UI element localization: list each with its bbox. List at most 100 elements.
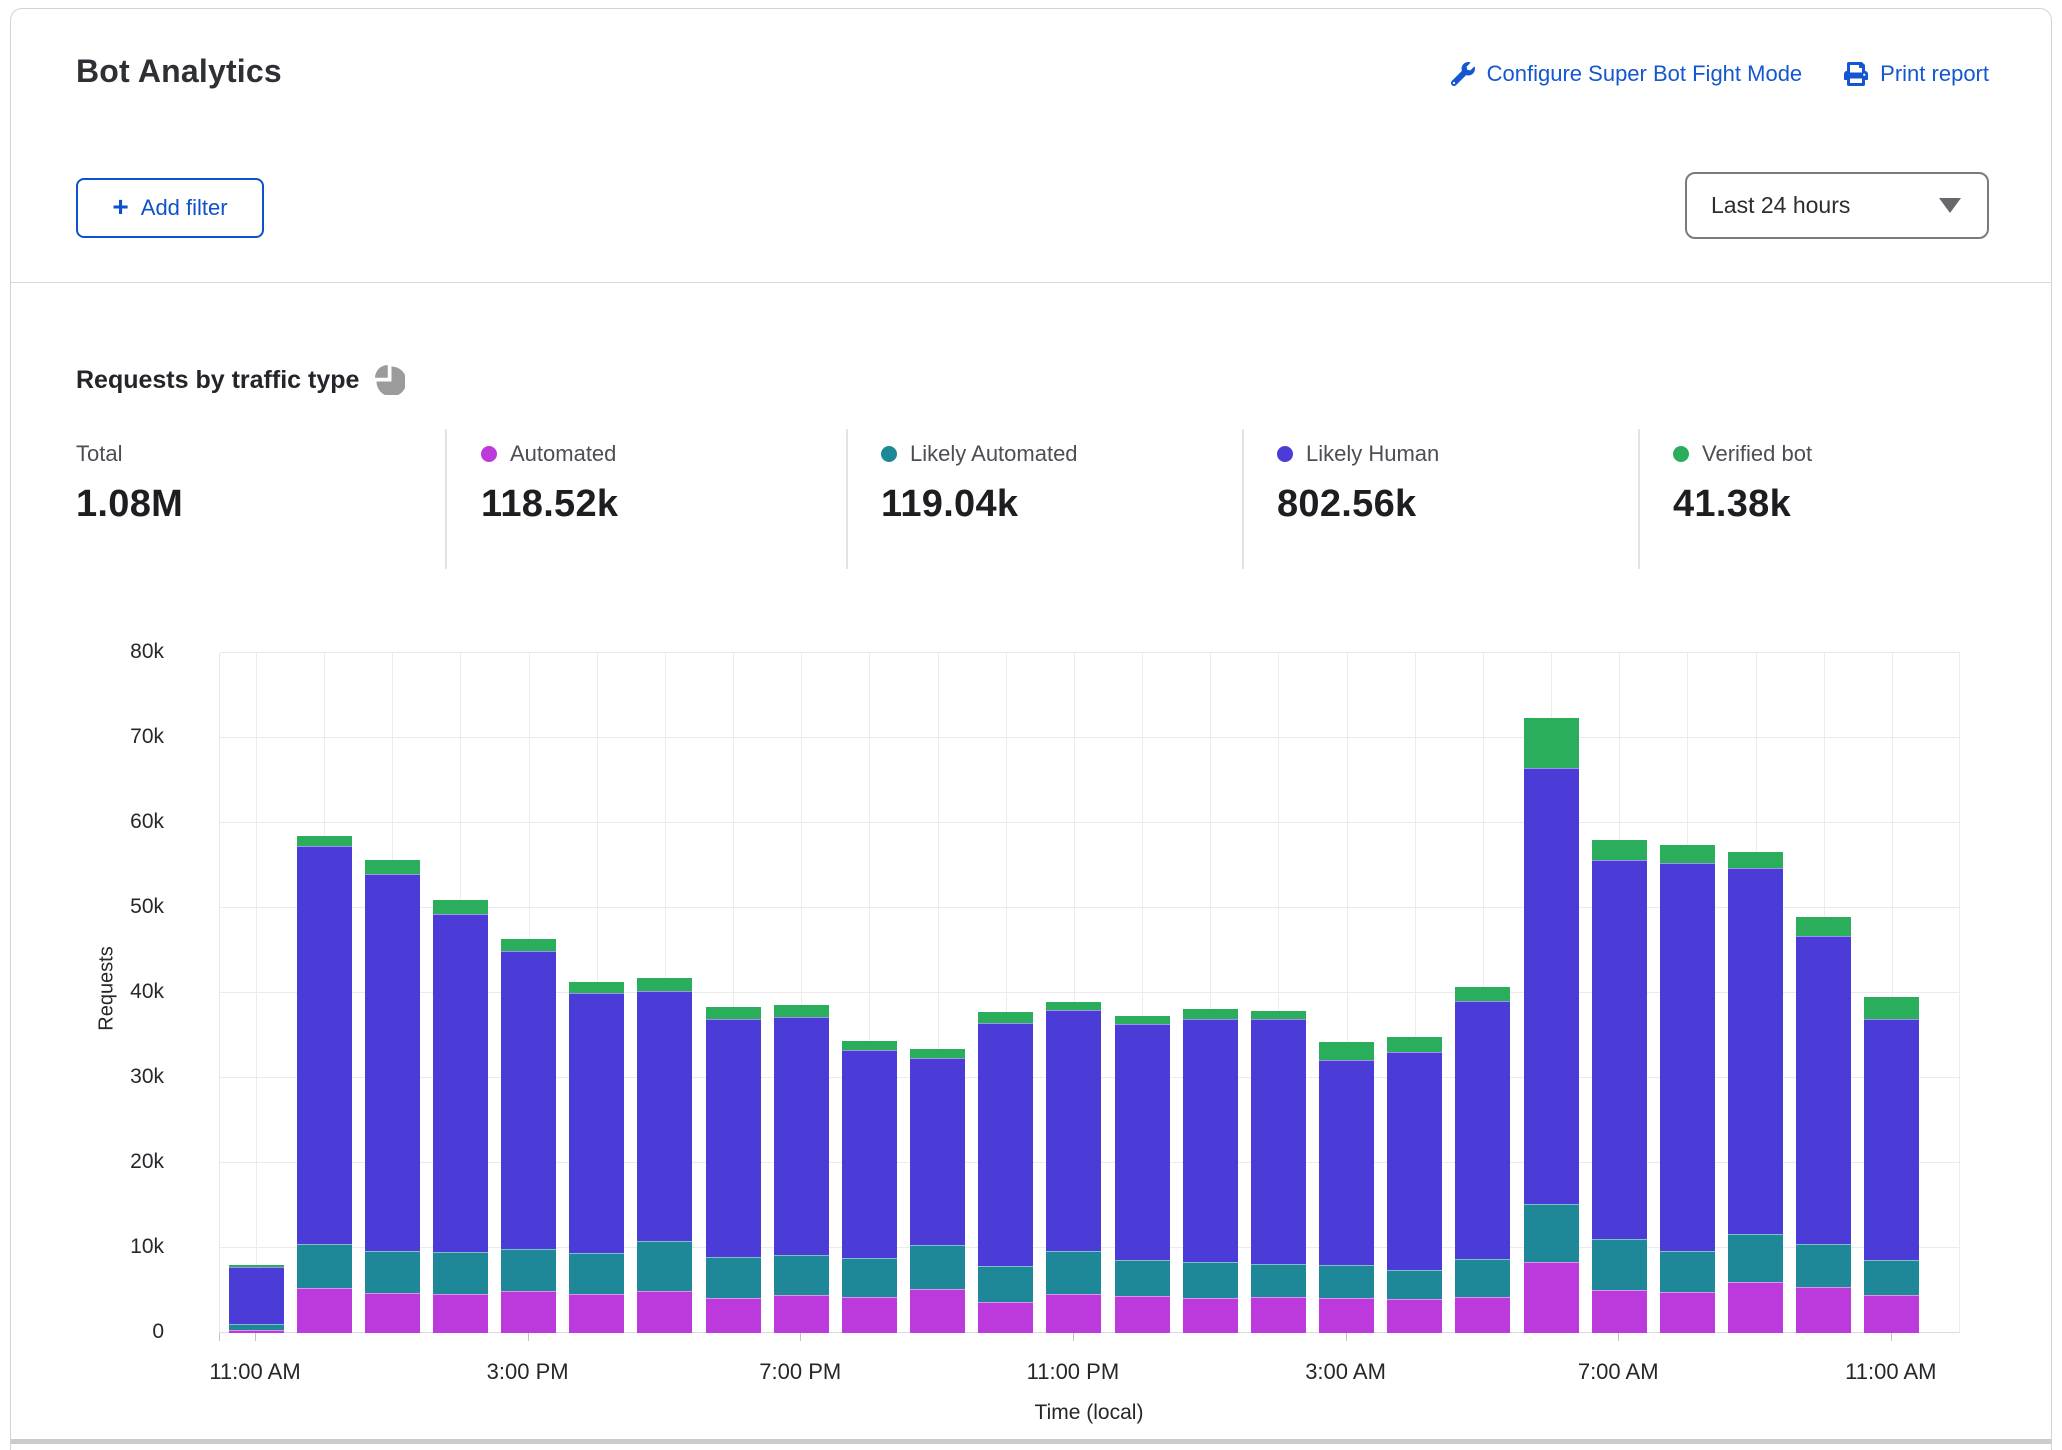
bar-6-00-pm-7[interactable] <box>705 1007 761 1333</box>
bar-6-00-am-19[interactable] <box>1523 717 1579 1333</box>
bar-segment-verified-bot <box>1591 840 1647 860</box>
bar-segment-automated <box>773 1294 829 1333</box>
bar-segment-likely-automated <box>1659 1251 1715 1293</box>
bar-segment-verified-bot <box>705 1007 761 1020</box>
bar-segment-automated <box>1591 1289 1647 1333</box>
bar-segment-likely-human <box>841 1049 897 1259</box>
kpi-verified-bot-label: Verified bot <box>1702 441 1813 466</box>
bar-9-00-am-22[interactable] <box>1728 851 1784 1333</box>
bar-10-00-am-23[interactable] <box>1796 917 1852 1333</box>
bar-segment-likely-automated <box>1796 1243 1852 1288</box>
bar-11-00-am-24[interactable] <box>1864 997 1920 1333</box>
bar-segment-automated <box>978 1302 1034 1333</box>
kpi-automated-value: 118.52k <box>481 483 619 525</box>
kpi-likely-human-value: 802.56k <box>1277 483 1417 525</box>
gridline-h <box>220 822 1960 823</box>
bar-segment-automated <box>1659 1292 1715 1333</box>
bar-7-00-am-20[interactable] <box>1591 840 1647 1333</box>
bar-10-00-pm-11[interactable] <box>978 1011 1034 1333</box>
bar-5-00-am-18[interactable] <box>1455 987 1511 1333</box>
y-tick-label: 40k <box>130 980 164 1003</box>
x-tick-label: 3:00 PM <box>486 1359 569 1384</box>
bar-segment-automated <box>501 1291 557 1333</box>
x-tick-mark <box>255 1333 256 1341</box>
bar-1-00-pm-2[interactable] <box>364 859 420 1333</box>
bar-segment-verified-bot <box>432 899 488 914</box>
x-axis-tick-labels: 11:00 AM 3:00 PM 7:00 PM 11:00 PM 3:00 AM 7:0… <box>209 1359 1959 1389</box>
configure-link-label: Configure Super Bot Fight Mode <box>1486 61 1803 86</box>
bar-segment-likely-automated <box>501 1248 557 1292</box>
bar-segment-likely-human <box>1319 1060 1375 1265</box>
bar-segment-likely-human <box>1114 1024 1170 1260</box>
bar-segment-automated <box>1046 1293 1102 1333</box>
bar-3-00-pm-4[interactable] <box>501 939 557 1333</box>
bar-segment-likely-automated <box>1046 1251 1102 1294</box>
kpi-total: Total 1.08M <box>76 441 183 526</box>
bar-12-00-pm-1[interactable] <box>296 835 352 1333</box>
bar-2-00-am-15[interactable] <box>1250 1010 1306 1333</box>
configure-super-bot-fight-mode-link[interactable]: Configure Super Bot Fight Mode <box>1450 61 1803 87</box>
bar-segment-likely-human <box>1046 1010 1102 1252</box>
kpi-divider <box>1638 429 1640 569</box>
bar-segment-likely-automated <box>1455 1259 1511 1298</box>
y-tick-label: 60k <box>130 810 164 833</box>
bar-8-00-am-21[interactable] <box>1659 845 1715 1333</box>
bar-segment-automated <box>1728 1281 1784 1333</box>
bar-2-00-pm-3[interactable] <box>432 899 488 1334</box>
kpi-verified-bot[interactable]: Verified bot 41.38k <box>1673 441 1812 526</box>
time-range-value: Last 24 hours <box>1711 192 1851 218</box>
axis-origin-tick <box>219 1333 220 1341</box>
bar-3-00-am-16[interactable] <box>1319 1042 1375 1333</box>
bar-8-00-pm-9[interactable] <box>841 1040 897 1333</box>
y-tick-label: 0 <box>152 1320 164 1343</box>
kpi-divider <box>1242 429 1244 569</box>
bot-analytics-card: Bot Analytics Configure Super Bot Fight … <box>10 8 2052 1450</box>
bar-segment-verified-bot <box>296 835 352 846</box>
add-filter-button[interactable]: + Add filter <box>76 178 264 238</box>
bar-1-00-am-14[interactable] <box>1182 1009 1238 1333</box>
bar-segment-likely-human <box>1864 1019 1920 1260</box>
verified-bot-legend-dot <box>1673 446 1689 462</box>
bar-4-00-am-17[interactable] <box>1387 1037 1443 1333</box>
bar-segment-likely-human <box>1387 1051 1443 1271</box>
bottom-section-divider <box>11 1439 2051 1444</box>
x-tick-mark <box>1618 1333 1620 1341</box>
x-tick-mark <box>1345 1333 1347 1341</box>
stacked-bar-chart <box>219 652 1960 1334</box>
bar-segment-automated <box>705 1298 761 1333</box>
bar-9-00-pm-10[interactable] <box>910 1049 966 1333</box>
bar-segment-verified-bot <box>364 859 420 874</box>
bar-segment-likely-human <box>773 1016 829 1255</box>
bar-11-00-am-0[interactable] <box>228 1265 284 1333</box>
bar-segment-verified-bot <box>1455 987 1511 1001</box>
bar-5-00-pm-6[interactable] <box>637 977 693 1333</box>
gridline-v <box>1959 653 1960 1333</box>
bar-7-00-pm-8[interactable] <box>773 1004 829 1333</box>
bar-segment-verified-bot <box>1523 717 1579 768</box>
bar-segment-verified-bot <box>1182 1009 1238 1019</box>
bar-4-00-pm-5[interactable] <box>569 981 625 1333</box>
bar-11-00-pm-12[interactable] <box>1046 1002 1102 1333</box>
bar-segment-automated <box>1796 1287 1852 1333</box>
bar-segment-likely-automated <box>1591 1238 1647 1290</box>
kpi-likely-automated[interactable]: Likely Automated 119.04k <box>881 441 1078 526</box>
print-report-link[interactable]: Print report <box>1844 61 1989 87</box>
likely-human-legend-dot <box>1277 446 1293 462</box>
x-tick-label: 11:00 AM <box>209 1359 301 1384</box>
kpi-likely-human[interactable]: Likely Human 802.56k <box>1277 441 1439 526</box>
header-links: Configure Super Bot Fight Mode Print rep… <box>1450 61 1989 87</box>
kpi-verified-bot-value: 41.38k <box>1673 483 1792 525</box>
kpi-automated[interactable]: Automated 118.52k <box>481 441 618 526</box>
kpi-automated-label: Automated <box>510 441 617 466</box>
wrench-icon <box>1450 62 1475 86</box>
bar-segment-automated <box>910 1288 966 1333</box>
bar-segment-likely-automated <box>569 1253 625 1294</box>
kpi-likely-automated-value: 119.04k <box>881 483 1019 525</box>
y-tick-label: 80k <box>130 640 164 663</box>
bar-segment-likely-automated <box>296 1243 352 1288</box>
bar-12-00-am-13[interactable] <box>1114 1015 1170 1333</box>
x-tick-label: 7:00 PM <box>759 1359 842 1384</box>
time-range-select[interactable]: Last 24 hours <box>1685 172 1989 239</box>
bar-segment-verified-bot <box>773 1004 829 1017</box>
likely-automated-legend-dot <box>881 446 897 462</box>
